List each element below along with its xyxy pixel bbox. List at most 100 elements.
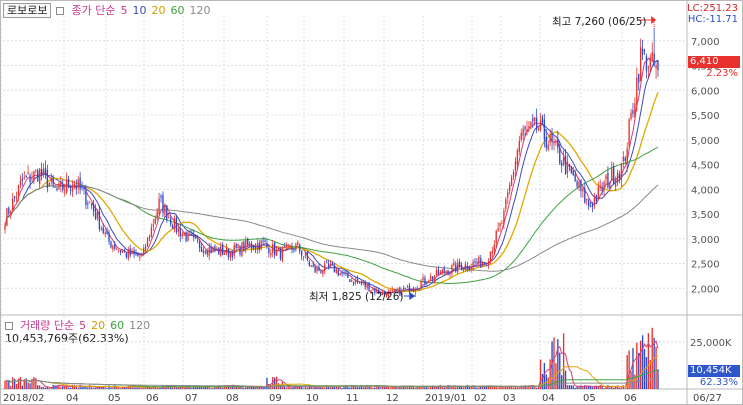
- volume-bar: [191, 387, 193, 389]
- volume-bar: [285, 387, 287, 389]
- candlestick-series: [4, 27, 659, 298]
- candle-body: [460, 265, 463, 271]
- candle-body: [119, 250, 122, 253]
- volume-bar: [64, 386, 66, 389]
- candle-body: [58, 183, 60, 190]
- candle-body: [304, 253, 307, 256]
- volume-bar: [374, 387, 376, 389]
- candle-body: [613, 166, 615, 185]
- candle-body: [102, 227, 104, 233]
- candle-body: [187, 232, 189, 241]
- candle-body: [345, 271, 347, 273]
- candle-body: [250, 243, 253, 249]
- candle-body: [208, 247, 210, 256]
- candle-body: [106, 230, 108, 234]
- candle-body: [593, 197, 596, 206]
- candle-body: [291, 247, 293, 250]
- ma10-line: [4, 59, 659, 293]
- candle-body: [216, 248, 218, 250]
- volume-bar: [69, 387, 72, 389]
- candle-body: [85, 190, 87, 206]
- volume-bar: [535, 387, 538, 389]
- candle-body: [578, 182, 580, 188]
- volume-bar: [609, 387, 611, 389]
- candle-body: [56, 188, 58, 191]
- ma5-line: [4, 57, 659, 295]
- candle-body: [539, 120, 542, 130]
- volume-bar: [430, 387, 432, 389]
- candle-body: [297, 242, 299, 245]
- candle-body: [599, 185, 601, 188]
- candle-body: [572, 170, 574, 175]
- candle-body: [655, 65, 657, 69]
- candle-body: [220, 246, 222, 256]
- candle-body: [52, 177, 54, 185]
- candle-body: [414, 288, 416, 292]
- volume-bar: [372, 387, 374, 389]
- volume-bar: [607, 384, 609, 389]
- moving-average-lines: [4, 57, 659, 295]
- price-volume-chart[interactable]: 7,0006,5006,0005,5005,0004,5004,0003,500…: [1, 1, 743, 405]
- change-pct-label: 2.23%: [706, 68, 738, 79]
- candle-body: [495, 230, 497, 244]
- volume-bar: [177, 387, 180, 389]
- volume-bar: [545, 374, 547, 389]
- candle-body: [38, 168, 41, 185]
- volume-bar: [133, 387, 135, 389]
- candle-body: [135, 253, 137, 255]
- volume-bar: [302, 388, 305, 389]
- candle-body: [485, 264, 488, 266]
- candle-body: [8, 207, 10, 214]
- candle-body: [229, 252, 232, 258]
- volume-bar: [553, 337, 555, 389]
- candle-body: [614, 179, 617, 187]
- candle-body: [185, 231, 187, 242]
- price-tick-label: 3,500: [691, 210, 720, 221]
- candle-body: [483, 262, 486, 264]
- volume-bar: [653, 337, 655, 389]
- candle-body: [524, 126, 526, 130]
- candle-body: [87, 203, 89, 205]
- volume-bar: [221, 387, 224, 389]
- volume-bar: [632, 348, 634, 389]
- candle-body: [19, 181, 22, 186]
- candle-body: [127, 249, 129, 259]
- candle-body: [605, 175, 607, 180]
- volume-bar: [574, 387, 576, 389]
- candle-body: [175, 217, 178, 233]
- current-price-badge: 6,410: [688, 56, 740, 68]
- candle-body: [206, 251, 208, 255]
- candle-body: [351, 280, 353, 282]
- candle-body: [329, 263, 332, 266]
- candle-body: [89, 201, 91, 203]
- candle-body: [150, 227, 153, 238]
- candle-body: [320, 271, 322, 273]
- candle-body: [204, 251, 207, 253]
- volume-bar: [158, 387, 160, 389]
- price-tick-label: 4,000: [691, 185, 720, 196]
- candle-body: [231, 253, 233, 258]
- volume-bar: [77, 387, 79, 389]
- volume-bar: [21, 385, 24, 389]
- volume-bar: [591, 387, 594, 389]
- candle-body: [354, 279, 357, 283]
- price-tick-label: 2,500: [691, 260, 720, 271]
- axis-labels: 7,0006,5006,0005,5005,0004,5004,0003,500…: [3, 37, 732, 404]
- volume-bar: [44, 387, 47, 389]
- candle-body: [129, 248, 131, 256]
- candle-body: [152, 224, 154, 227]
- candle-body: [416, 288, 418, 289]
- candle-body: [233, 245, 235, 256]
- stock-chart-window: 로보로보 종가 단순 5 10 20 60 120 거래량 단순 5 20 60…: [0, 0, 743, 405]
- candle-body: [607, 172, 609, 188]
- candle-body: [447, 270, 449, 275]
- volume-bar: [561, 375, 563, 389]
- volume-bar: [210, 388, 212, 389]
- candle-body: [535, 117, 538, 130]
- volume-bar: [50, 388, 52, 389]
- volume-bar: [33, 377, 35, 389]
- volume-bar: [620, 388, 623, 389]
- candle-body: [547, 144, 549, 150]
- candle-body: [570, 166, 572, 174]
- volume-bar: [582, 387, 584, 389]
